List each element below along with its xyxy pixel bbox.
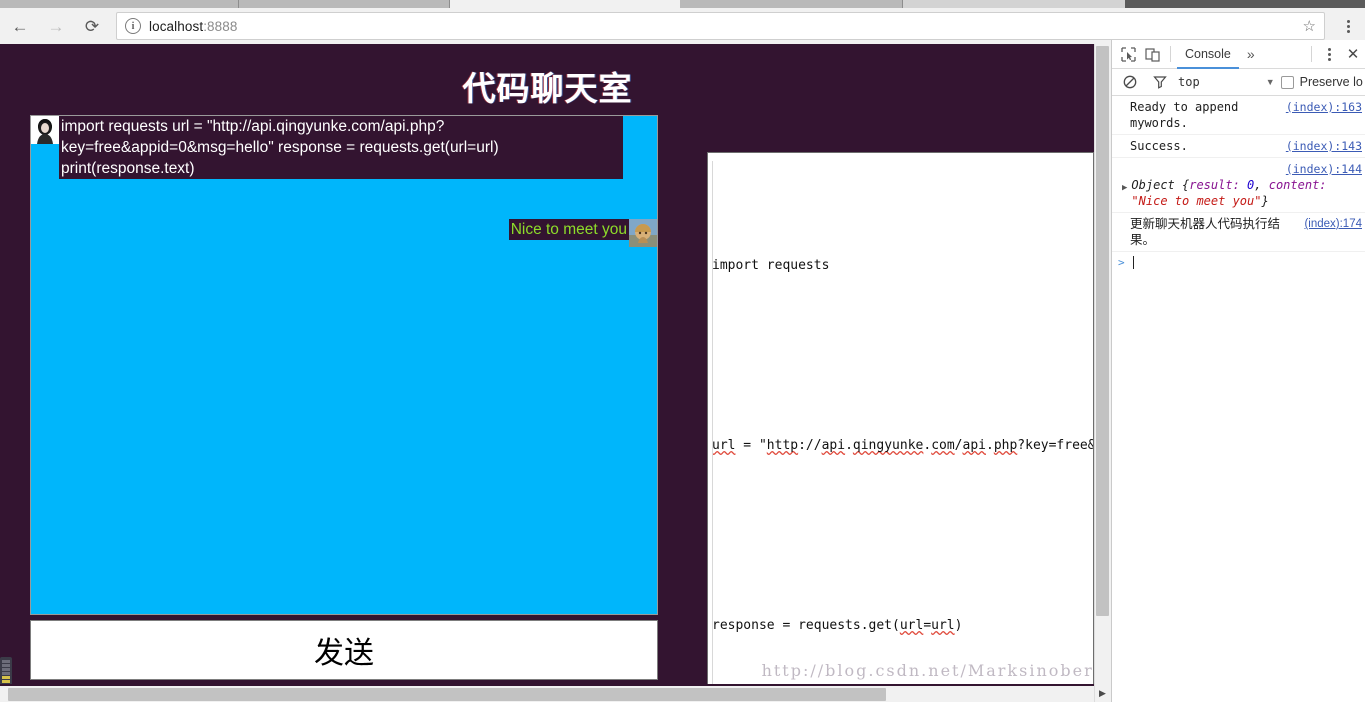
object-comma: , xyxy=(1254,178,1269,192)
console-object-line: ▶ Object {result: 0, content: "Nice to m… xyxy=(1122,177,1362,209)
chat-message-list[interactable]: import requests url = "http://api.qingyu… xyxy=(30,115,658,615)
console-log-row: Success. (index):143 xyxy=(1112,135,1365,158)
code-line: response = requests.get(url=url) xyxy=(712,618,963,633)
star-icon[interactable]: ☆ xyxy=(1297,17,1316,35)
address-bar[interactable]: i localhost:8888 ☆ xyxy=(116,12,1325,40)
console-log-source[interactable]: (index):163 xyxy=(1286,99,1362,115)
editor-caret-column xyxy=(712,161,713,684)
browser-tab[interactable] xyxy=(680,0,903,8)
chat-bubble-text: import requests url = "http://api.qingyu… xyxy=(59,116,623,179)
url-text: localhost:8888 xyxy=(149,19,237,34)
browser-tab-active[interactable] xyxy=(903,0,1126,8)
close-icon[interactable]: ✕ xyxy=(1340,45,1365,63)
avatar-user-icon xyxy=(31,116,59,144)
chat-bubble-text: Nice to meet you xyxy=(508,219,629,240)
tab-strip xyxy=(0,0,1365,8)
object-value-1: 0 xyxy=(1239,178,1255,192)
back-arrow-icon[interactable]: ← xyxy=(4,10,36,42)
code-line: import requests xyxy=(712,258,830,273)
chevron-down-icon[interactable]: ▼ xyxy=(1266,77,1275,87)
console-log-list[interactable]: Ready to append mywords. (index):163 Suc… xyxy=(1112,96,1365,702)
execution-context-selector[interactable]: top xyxy=(1178,75,1200,89)
horizontal-scrollbar-thumb[interactable] xyxy=(8,688,886,701)
prompt-caret xyxy=(1132,256,1134,269)
preserve-log-label: Preserve lo xyxy=(1299,75,1363,89)
console-log-source[interactable]: (index):144 xyxy=(1286,161,1362,177)
chat-message-left: import requests url = "http://api.qingyu… xyxy=(31,116,657,179)
forward-arrow-icon[interactable]: → xyxy=(40,10,72,42)
browser-toolbar: ← → ⟳ i localhost:8888 ☆ xyxy=(0,8,1365,44)
console-log-message: 更新聊天机器人代码执行结果。 xyxy=(1130,217,1281,247)
console-log-message: Success. xyxy=(1130,139,1188,153)
code-column: import requests url = "http://api.qingyu… xyxy=(707,152,1094,684)
horizontal-scrollbar[interactable] xyxy=(0,686,1094,702)
browser-window: ← → ⟳ i localhost:8888 ☆ 代码聊天室 import re… xyxy=(0,0,1365,702)
chat-message-right: Nice to meet you xyxy=(31,219,657,247)
divider xyxy=(1311,46,1312,62)
console-object-text: Object {result: 0, content: "Nice to mee… xyxy=(1131,177,1362,209)
code-line: url = "http://api.qingyunke.com/api.php?… xyxy=(712,438,1094,453)
vertical-scrollbar[interactable]: ▶ xyxy=(1094,44,1111,702)
info-icon[interactable]: i xyxy=(125,18,141,34)
device-toolbar-icon[interactable] xyxy=(1140,42,1164,66)
devtools-tabbar-right: ✕ xyxy=(1305,45,1365,63)
object-brace-close: } xyxy=(1261,194,1269,208)
chat-spacer xyxy=(31,179,657,219)
console-prompt[interactable]: > xyxy=(1112,252,1365,273)
code-editor-textarea[interactable]: import requests url = "http://api.qingyu… xyxy=(707,152,1094,684)
clear-console-icon[interactable] xyxy=(1118,70,1142,94)
devtools-tabbar: Console » ✕ xyxy=(1112,40,1365,69)
object-value-2: "Nice to meet you" xyxy=(1131,194,1262,208)
more-tabs-button[interactable]: » xyxy=(1239,46,1263,62)
reload-icon[interactable]: ⟳ xyxy=(76,10,108,42)
url-port: :8888 xyxy=(203,18,238,34)
edge-widget-icon xyxy=(0,657,12,684)
browser-tab[interactable] xyxy=(0,0,239,8)
page-viewport: 代码聊天室 import requests url = "http://api.… xyxy=(0,44,1110,684)
object-key-1: result: xyxy=(1189,178,1240,192)
watermark-text: http://blog.csdn.net/Marksinoberg xyxy=(761,661,1106,680)
devtools-filterbar: top ▼ Preserve lo xyxy=(1112,69,1365,96)
tab-console[interactable]: Console xyxy=(1177,40,1239,69)
page-title: 代码聊天室 xyxy=(462,70,633,107)
filter-icon[interactable] xyxy=(1148,70,1172,94)
kebab-menu-icon[interactable] xyxy=(1318,47,1340,61)
expand-triangle-icon[interactable]: ▶ xyxy=(1122,180,1127,196)
console-log-message: Ready to append mywords. xyxy=(1130,100,1239,130)
preserve-log-checkbox[interactable] xyxy=(1280,75,1294,89)
chat-column: import requests url = "http://api.qingyu… xyxy=(30,115,658,680)
scroll-down-arrow-icon[interactable]: ▶ xyxy=(1095,686,1110,700)
divider xyxy=(1170,46,1171,62)
object-prefix: Object xyxy=(1131,178,1182,192)
console-log-source[interactable]: (index):143 xyxy=(1286,138,1362,154)
console-log-row: Ready to append mywords. (index):163 xyxy=(1112,96,1365,135)
devtools-panel: Console » ✕ top ▼ Preserve lo Ready to a… xyxy=(1111,40,1365,702)
browser-tab[interactable] xyxy=(239,0,450,8)
prompt-chevron-icon: > xyxy=(1118,256,1125,269)
object-key-2: content: xyxy=(1268,178,1327,192)
tab-strip-end xyxy=(1125,0,1365,8)
url-host: localhost xyxy=(149,18,204,34)
avatar-bot-icon xyxy=(629,219,657,247)
console-log-row: 更新聊天机器人代码执行结果。 (index):174 xyxy=(1112,213,1365,252)
console-log-source[interactable]: (index):174 xyxy=(1304,216,1362,232)
send-button[interactable]: 发送 xyxy=(30,620,658,680)
vertical-scrollbar-thumb[interactable] xyxy=(1096,46,1109,616)
inspect-element-icon[interactable] xyxy=(1116,42,1140,66)
kebab-menu-icon[interactable] xyxy=(1335,11,1361,41)
console-log-row-object: (index):144 ▶ Object {result: 0, content… xyxy=(1112,158,1365,213)
